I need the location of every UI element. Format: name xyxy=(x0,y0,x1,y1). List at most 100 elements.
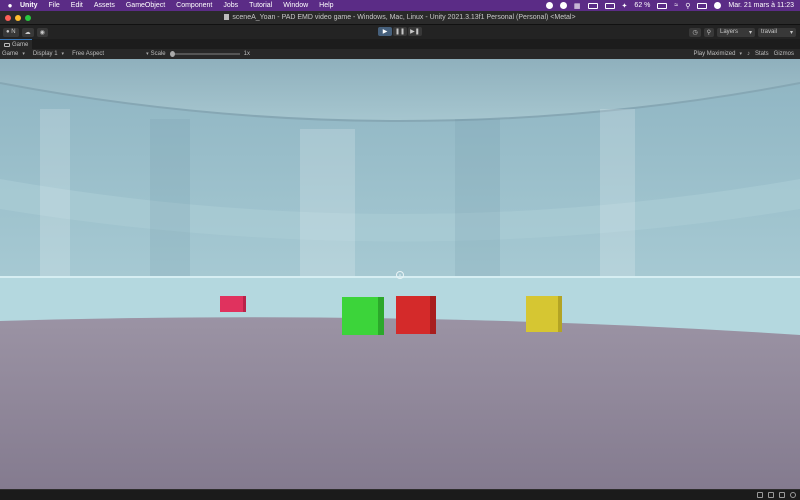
account-label: N xyxy=(11,29,16,35)
pink-cube-side xyxy=(243,296,246,312)
radiation-icon[interactable] xyxy=(559,2,567,9)
game-mode-dropdown[interactable]: Game ▾ xyxy=(2,51,25,57)
search-button[interactable]: ⚲ xyxy=(703,27,714,37)
document-icon xyxy=(224,14,230,20)
gamepad-icon xyxy=(4,42,10,47)
maximize-window-button[interactable] xyxy=(25,14,31,21)
window-title-bar: sceneA_Yoan - PAD EMD video game - Windo… xyxy=(0,11,800,25)
ruler-icon[interactable]: ▦ xyxy=(574,2,581,10)
play-button[interactable]: ▶ xyxy=(378,27,392,36)
collab-button[interactable]: ◉ xyxy=(36,27,48,37)
menu-clock[interactable]: Mar. 21 mars à 11:23 xyxy=(728,2,794,9)
gizmos-button[interactable]: Gizmos xyxy=(774,51,794,57)
play-icon: ▶ xyxy=(382,29,388,35)
menu-file[interactable]: File xyxy=(49,2,60,9)
green-cube-front xyxy=(342,297,380,335)
keyboard-icon[interactable] xyxy=(587,2,598,9)
floor xyxy=(0,317,800,489)
pink-cube xyxy=(220,296,246,312)
record-icon[interactable] xyxy=(545,2,553,9)
cache-server-icon[interactable] xyxy=(768,492,774,498)
tab-game-label: Game xyxy=(12,41,29,48)
siri-icon[interactable] xyxy=(714,2,722,9)
history-button[interactable]: ◷ xyxy=(689,27,701,37)
pause-icon: ❚❚ xyxy=(394,29,406,35)
history-icon: ◷ xyxy=(692,29,698,36)
apple-menu-icon[interactable]: ● xyxy=(0,1,20,10)
menu-assets[interactable]: Assets xyxy=(94,2,115,9)
game-mode-label: Game xyxy=(2,51,19,57)
spotlight-search-icon[interactable]: ⚲ xyxy=(685,2,690,10)
scale-slider-handle[interactable] xyxy=(169,51,175,57)
collab-icon: ◉ xyxy=(39,29,45,36)
stats-button[interactable]: Stats xyxy=(755,51,769,57)
close-window-button[interactable] xyxy=(5,14,11,21)
menu-help[interactable]: Help xyxy=(319,2,333,9)
yellow-cube-side xyxy=(558,296,562,332)
crosshair-dot xyxy=(399,274,401,276)
yellow-cube xyxy=(526,296,562,332)
display-dropdown[interactable]: Display 1 ▾ xyxy=(33,51,64,57)
layers-label: Layers xyxy=(720,29,739,35)
chevron-down-icon: ▾ xyxy=(748,29,752,36)
window-controls xyxy=(0,14,31,21)
control-center-icon[interactable] xyxy=(697,2,708,9)
step-icon: ▶❚ xyxy=(410,29,420,35)
red-cube-front xyxy=(396,296,432,334)
green-cube-side xyxy=(378,297,384,335)
auto-generate-lighting-icon[interactable] xyxy=(779,492,785,498)
pause-button[interactable]: ❚❚ xyxy=(393,27,407,36)
window-title-text: sceneA_Yoan - PAD EMD video game - Windo… xyxy=(232,14,576,21)
scale-slider[interactable] xyxy=(169,51,240,57)
aspect-dropdown[interactable]: Free Aspect ▾ xyxy=(72,51,149,57)
tab-game[interactable]: Game xyxy=(0,39,33,49)
cloud-icon: ☁ xyxy=(24,29,31,36)
red-cube-side xyxy=(430,296,436,334)
menu-gameobject[interactable]: GameObject xyxy=(126,2,165,9)
battery-percent: 62 % xyxy=(634,2,651,9)
account-dropdown[interactable]: ● N xyxy=(3,27,19,37)
mute-audio-icon[interactable]: ♪ xyxy=(747,51,750,57)
battery-icon[interactable] xyxy=(657,2,668,9)
aspect-label: Free Aspect xyxy=(72,51,105,57)
chevron-down-icon: ▾ xyxy=(22,51,25,57)
display-label: Display 1 xyxy=(32,51,58,57)
layout-dropdown[interactable]: travail ▾ xyxy=(758,27,796,37)
menu-tutorial[interactable]: Tutorial xyxy=(249,2,272,9)
window-title: sceneA_Yoan - PAD EMD video game - Windo… xyxy=(0,14,800,21)
chevron-down-icon: ▾ xyxy=(146,51,149,57)
wifi-icon[interactable]: ≈ xyxy=(674,2,678,9)
bluetooth-icon[interactable]: ✦ xyxy=(622,2,628,10)
scale-value: 1x xyxy=(243,51,250,57)
playmode-controls: ▶ ❚❚ ▶❚ xyxy=(378,27,422,36)
layers-dropdown[interactable]: Layers ▾ xyxy=(717,27,755,37)
layout-label: travail xyxy=(761,29,778,35)
step-button[interactable]: ▶❚ xyxy=(408,27,422,36)
display-icon[interactable] xyxy=(604,2,615,9)
activity-icon[interactable] xyxy=(757,492,763,498)
scene-render xyxy=(0,59,800,489)
cloud-button[interactable]: ☁ xyxy=(21,27,34,37)
game-tab-bar: Game xyxy=(0,39,800,49)
menu-component[interactable]: Component xyxy=(176,2,212,9)
pink-cube-front xyxy=(220,296,245,312)
game-viewport[interactable] xyxy=(0,59,800,489)
progress-icon[interactable] xyxy=(790,492,796,498)
macos-menu-bar: ● Unity File Edit Assets GameObject Comp… xyxy=(0,0,800,11)
menu-status-area: ▦ ✦ 62 % ≈ ⚲ Mar. 21 mars à 11:23 xyxy=(545,2,800,10)
unity-toolbar: ● N ☁ ◉ ▶ ❚❚ ▶❚ ◷ ⚲ Layers ▾ travail ▾ xyxy=(0,25,800,39)
play-mode-label: Play Maximized xyxy=(693,51,736,57)
menu-window[interactable]: Window xyxy=(283,2,308,9)
menu-jobs[interactable]: Jobs xyxy=(223,2,238,9)
green-cube xyxy=(342,297,384,335)
minimize-window-button[interactable] xyxy=(15,14,21,21)
scale-control: Scale 1x xyxy=(151,51,250,57)
play-mode-dropdown[interactable]: Play Maximized ▾ xyxy=(693,51,742,57)
game-view-right-controls: Play Maximized ▾ ♪ Stats Gizmos xyxy=(693,51,800,57)
menu-app-unity[interactable]: Unity xyxy=(20,2,38,9)
red-cube xyxy=(396,296,436,334)
menu-edit[interactable]: Edit xyxy=(71,2,83,9)
yellow-cube-front xyxy=(526,296,560,332)
chevron-down-icon: ▾ xyxy=(61,51,65,57)
toolbar-right: ◷ ⚲ Layers ▾ travail ▾ xyxy=(686,27,800,37)
